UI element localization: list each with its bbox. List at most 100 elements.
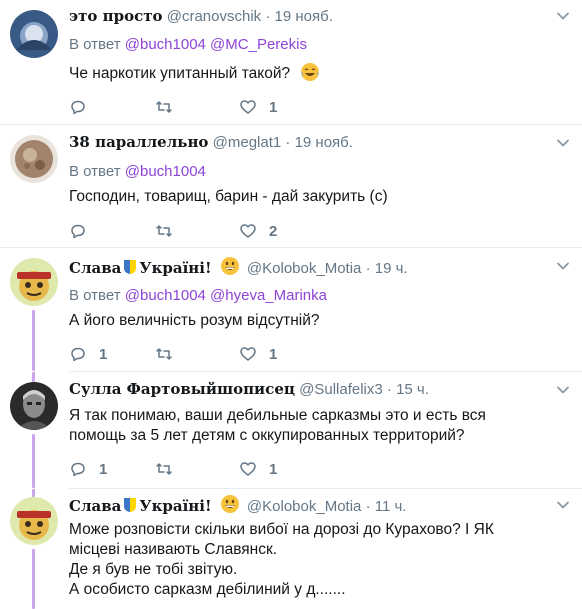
reply-button[interactable]: 1 (69, 459, 107, 479)
mention-link[interactable]: @buch1004 (125, 163, 206, 180)
user-handle[interactable]: @Kolobok_Motia (247, 498, 361, 515)
reply-button[interactable]: 1 (69, 344, 107, 364)
chevron-down-icon[interactable] (556, 383, 570, 397)
timestamp[interactable]: 19 нояб. (275, 8, 333, 25)
text-line-content: Че наркотик упитанный такой? (69, 65, 291, 82)
tweet-header: Сулла Фартовыйшописец @Sullafelix3 · 15 … (69, 379, 429, 399)
chevron-down-icon[interactable] (556, 9, 570, 23)
chevron-down-icon[interactable] (556, 498, 570, 512)
tweet-text: Може розповісти скільки вибої на дорозі … (69, 520, 569, 600)
display-name[interactable]: Слава Україні! (69, 497, 212, 515)
thread-connector (32, 489, 35, 497)
separator-dot: · (365, 260, 371, 277)
reply-button[interactable] (69, 221, 87, 241)
avatar[interactable] (10, 135, 58, 183)
display-name[interactable]: 38 параллельно (69, 133, 208, 151)
reply-button[interactable] (69, 97, 87, 117)
avatar[interactable] (10, 497, 58, 545)
like-button[interactable]: 1 (239, 344, 277, 364)
tweet-5[interactable]: Слава Україні! @Kolobok_Motia · 11 ч. Мож… (0, 489, 582, 609)
display-name[interactable]: Сулла Фартовыйшописец (69, 380, 295, 398)
retweet-button[interactable] (155, 221, 173, 241)
heart-icon (240, 462, 256, 476)
grinning-face-icon (220, 256, 240, 276)
tweet-header: Слава Україні! @Kolobok_Motia · 19 ч. (69, 256, 408, 277)
mention-link[interactable]: @MC_Perekis (210, 36, 307, 53)
reply-to: В ответ @buch1004 @hyeva_Marinka (69, 286, 327, 306)
retweet-icon (156, 463, 172, 475)
avatar[interactable] (10, 382, 58, 430)
face-with-tears-of-joy-icon (300, 62, 320, 82)
timestamp[interactable]: 11 ч. (375, 498, 407, 515)
chevron-down-icon[interactable] (556, 259, 570, 273)
retweet-icon (156, 225, 172, 237)
thread-connector (32, 434, 35, 488)
avatar[interactable] (10, 258, 58, 306)
reply-to: В ответ @buch1004 @MC_Perekis (69, 35, 307, 55)
like-count: 2 (269, 222, 278, 240)
reply-to: В ответ @buch1004 (69, 162, 206, 182)
like-button[interactable]: 1 (239, 459, 277, 479)
separator-dot: · (386, 381, 392, 398)
text-line: місцеві називають Славянск. (69, 541, 278, 558)
heart-icon (240, 100, 256, 114)
tweet-header: 38 параллельно @meglat1 · 19 нояб. (69, 132, 353, 152)
retweet-button[interactable] (155, 459, 173, 479)
separator-dot: · (285, 134, 291, 151)
text-line: Я так понимаю, ваши дебильные сарказмы э… (69, 407, 486, 424)
heart-icon (240, 224, 256, 238)
text-line: А його величність розум відсутній? (69, 312, 320, 329)
avatar[interactable] (10, 10, 58, 58)
user-handle[interactable]: @cranovschik (167, 8, 261, 25)
timestamp[interactable]: 15 ч. (396, 381, 429, 398)
text-line: А особисто сарказм дебілиний у д....... (69, 581, 346, 598)
mention-link[interactable]: @hyeva_Marinka (210, 287, 327, 304)
ukraine-shield-icon (122, 497, 138, 513)
tweet-1[interactable]: это просто @cranovschik · 19 нояб. В отв… (0, 0, 582, 124)
heart-icon (240, 347, 256, 361)
tweet-text: Господин, товарищ, барин - дай закурить … (69, 187, 569, 207)
user-handle[interactable]: @Kolobok_Motia (247, 260, 361, 277)
chevron-down-icon[interactable] (556, 136, 570, 150)
name-part: Україні! (139, 497, 212, 515)
retweet-icon (156, 348, 172, 360)
retweet-icon (156, 101, 172, 113)
user-handle[interactable]: @meglat1 (213, 134, 282, 151)
like-count: 1 (269, 98, 278, 116)
mention-link[interactable]: @buch1004 (125, 36, 206, 53)
user-handle[interactable]: @Sullafelix3 (299, 381, 383, 398)
display-name[interactable]: это просто (69, 7, 163, 25)
timestamp[interactable]: 19 нояб. (295, 134, 353, 151)
tweet-text: Че наркотик упитанный такой? (69, 62, 569, 84)
reply-prefix: В ответ (69, 287, 121, 304)
like-button[interactable]: 1 (239, 97, 277, 117)
tweet-text: А його величність розум відсутній? (69, 311, 569, 331)
text-line: Господин, товарищ, барин - дай закурить … (69, 188, 388, 205)
like-count: 1 (269, 345, 278, 363)
reply-icon (71, 462, 85, 477)
separator-dot: · (265, 8, 271, 25)
like-count: 1 (269, 460, 278, 478)
retweet-button[interactable] (155, 97, 173, 117)
display-name[interactable]: Слава Україні! (69, 259, 212, 277)
reply-icon (71, 100, 85, 115)
tweet-4[interactable]: Сулла Фартовыйшописец @Sullafelix3 · 15 … (0, 372, 582, 488)
reply-count: 1 (99, 460, 108, 478)
reply-icon (71, 224, 85, 239)
grinning-face-icon (220, 494, 240, 514)
like-button[interactable]: 2 (239, 221, 277, 241)
tweet-text: Я так понимаю, ваши дебильные сарказмы э… (69, 406, 569, 446)
text-line: Може розповісти скільки вибої на дорозі … (69, 521, 494, 538)
separator-dot: · (365, 498, 371, 515)
reply-icon (71, 347, 85, 362)
name-part: Україні! (139, 259, 212, 277)
tweet-2[interactable]: 38 параллельно @meglat1 · 19 нояб. В отв… (0, 125, 582, 247)
thread-connector (32, 372, 35, 382)
ukraine-shield-icon (122, 259, 138, 275)
tweet-3[interactable]: Слава Україні! @Kolobok_Motia · 19 ч. В о… (0, 248, 582, 371)
thread-connector (32, 310, 35, 371)
mention-link[interactable]: @buch1004 (125, 287, 206, 304)
retweet-button[interactable] (155, 344, 173, 364)
reply-prefix: В ответ (69, 163, 121, 180)
timestamp[interactable]: 19 ч. (375, 260, 408, 277)
